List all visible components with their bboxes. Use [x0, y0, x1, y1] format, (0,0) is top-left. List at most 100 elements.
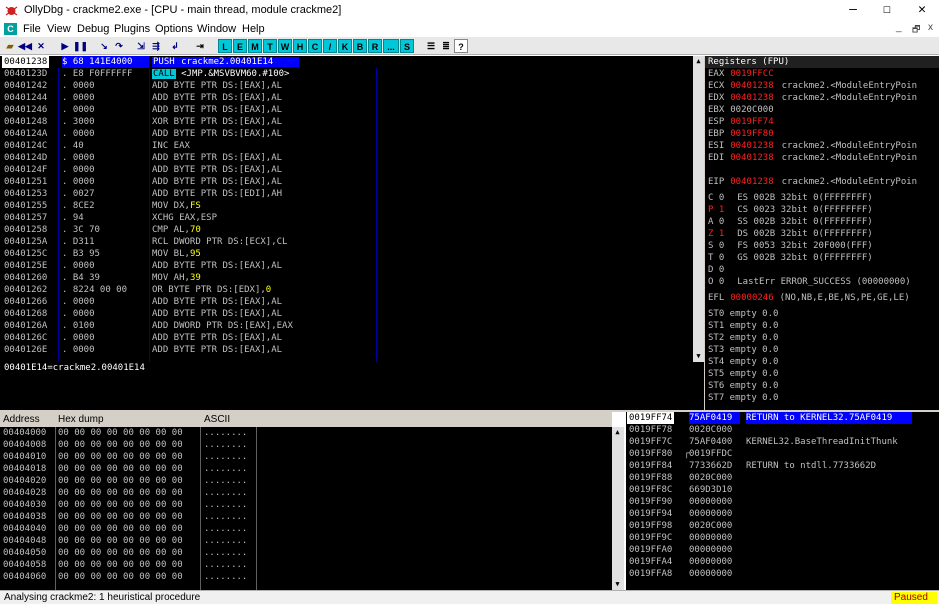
dump-row[interactable]: 00404060 00 00 00 00 00 00 00 00........ [0, 571, 612, 583]
dump-row[interactable]: 00404000 00 00 00 00 00 00 00 00........ [0, 427, 612, 439]
patches-button[interactable]: / [323, 39, 337, 53]
disasm-row[interactable]: 0040123D . E8 F0FFFFFF CALL <JMP.&MSVBVM60… [0, 68, 693, 80]
windows-button[interactable]: W [278, 39, 292, 53]
disasm-row[interactable]: 00401242 . 0000 ADD BYTE PTR DS:[EAX],AL [0, 80, 693, 92]
stack-row[interactable]: 0019FF8C 669D3D10 [626, 484, 939, 496]
disasm-row[interactable]: 00401262 . 8224 00 00 OR BYTE PTR DS:[EDX]… [0, 284, 693, 296]
cpu-button[interactable]: C [308, 39, 322, 53]
register-value[interactable]: 00401238 [730, 141, 773, 151]
dump-row[interactable]: 00404028 00 00 00 00 00 00 00 00........ [0, 487, 612, 499]
run-trace-button[interactable]: ... [383, 39, 399, 53]
register-ebx[interactable]: EBX 0020C000 [705, 104, 939, 116]
disasm-row[interactable]: 0040126E . 0000 ADD BYTE PTR DS:[EAX],AL [0, 344, 693, 356]
memory-map-button[interactable]: M [248, 39, 262, 53]
flag-value[interactable]: D 0 [708, 265, 724, 275]
register-esi[interactable]: ESI 00401238 crackme2.<ModuleEntryPoin [705, 140, 939, 152]
dump-row[interactable]: 00404048 00 00 00 00 00 00 00 00........ [0, 535, 612, 547]
flag-value[interactable]: T 0 [708, 253, 724, 263]
close-program-icon[interactable]: ✕ [34, 39, 48, 53]
stack-row[interactable]: 0019FF84 7733662D RETURN to ntdll.7733662D [626, 460, 939, 472]
register-value[interactable]: 0019FF74 [730, 117, 773, 127]
dump-row[interactable]: 00404020 00 00 00 00 00 00 00 00........ [0, 475, 612, 487]
disasm-row[interactable]: 0040125E . 0000 ADD BYTE PTR DS:[EAX],AL [0, 260, 693, 272]
stack-row[interactable]: 0019FF7C 75AF0400 KERNEL32.BaseThreadInitT… [626, 436, 939, 448]
register-value[interactable]: 00401238 [730, 177, 773, 187]
disasm-row[interactable]: 0040124D . 0000 ADD BYTE PTR DS:[EAX],AL [0, 152, 693, 164]
dump-row[interactable]: 00404018 00 00 00 00 00 00 00 00........ [0, 463, 612, 475]
register-eip[interactable]: EIP 00401238 crackme2.<ModuleEntryPoin [705, 176, 939, 188]
fpu-register[interactable]: ST3 empty 0.0 [705, 344, 939, 356]
trace-over-icon[interactable]: ⇶ [149, 39, 163, 53]
mdi-minimize-button[interactable]: _ [896, 22, 902, 33]
dump-row[interactable]: 00404038 00 00 00 00 00 00 00 00........ [0, 511, 612, 523]
menu-window[interactable]: Window [197, 23, 236, 35]
disasm-row[interactable]: 00401253 . 0027 ADD BYTE PTR DS:[EDI],AH [0, 188, 693, 200]
register-eax[interactable]: EAX 0019FFCC [705, 68, 939, 80]
threads-button[interactable]: T [263, 39, 277, 53]
stack-pane[interactable]: 0019FF74 75AF0419 RETURN to KERNEL32.75AF0… [626, 412, 939, 590]
stack-row[interactable]: 0019FF98 0020C000 [626, 520, 939, 532]
stack-row[interactable]: 0019FFA8 00000000 [626, 568, 939, 580]
stack-row[interactable]: 0019FFA4 00000000 [626, 556, 939, 568]
dump-row[interactable]: 00404040 00 00 00 00 00 00 00 00........ [0, 523, 612, 535]
menu-help[interactable]: Help [242, 23, 265, 35]
flag-value[interactable]: P 1 [708, 205, 724, 215]
dump-row[interactable]: 00404008 00 00 00 00 00 00 00 00........ [0, 439, 612, 451]
modules-button[interactable]: E [233, 39, 247, 53]
register-edx[interactable]: EDX 00401238 crackme2.<ModuleEntryPoin [705, 92, 939, 104]
help-icon[interactable]: ? [454, 39, 468, 53]
fpu-register[interactable]: ST4 empty 0.0 [705, 356, 939, 368]
register-value[interactable]: 0019FFCC [730, 69, 773, 79]
disasm-row[interactable]: 0040125C . B3 95 MOV BL,95 [0, 248, 693, 260]
flag-value[interactable]: S 0 [708, 241, 724, 251]
register-efl[interactable]: EFL 00000246 (NO,NB,E,BE,NS,PE,GE,LE) [705, 292, 939, 304]
disasm-row[interactable]: 00401246 . 0000 ADD BYTE PTR DS:[EAX],AL [0, 104, 693, 116]
dump-row[interactable]: 00404030 00 00 00 00 00 00 00 00........ [0, 499, 612, 511]
minimize-button[interactable]: — [836, 0, 870, 22]
flag-value[interactable]: Z 1 [708, 229, 724, 239]
disasm-row[interactable]: 00401258 . 3C 70 CMP AL,70 [0, 224, 693, 236]
scroll-down-icon[interactable]: ▼ [612, 579, 623, 590]
menu-view[interactable]: View [47, 23, 71, 35]
pause-icon[interactable]: ❚❚ [73, 39, 88, 53]
scroll-up-icon[interactable]: ▲ [693, 56, 704, 67]
dump-header-address[interactable]: Address [3, 412, 40, 427]
flag-row[interactable]: A 0 SS 002B 32bit 0(FFFFFFFF) [705, 216, 939, 228]
disasm-row[interactable]: 0040126C . 0000 ADD BYTE PTR DS:[EAX],AL [0, 332, 693, 344]
disasm-row[interactable]: 00401251 . 0000 ADD BYTE PTR DS:[EAX],AL [0, 176, 693, 188]
source-button[interactable]: S [400, 39, 414, 53]
close-button[interactable]: ✕ [905, 0, 939, 22]
step-into-icon[interactable]: ↘ [97, 39, 111, 53]
disasm-row[interactable]: 00401257 . 94 XCHG EAX,ESP [0, 212, 693, 224]
flag-value[interactable]: C 0 [708, 193, 724, 203]
menu-options[interactable]: Options [155, 23, 193, 35]
stack-row[interactable]: 0019FF74 75AF0419 RETURN to KERNEL32.75AF0… [626, 412, 939, 424]
restart-icon[interactable]: ◀◀ [18, 39, 32, 53]
maximize-button[interactable]: ☐ [870, 0, 904, 22]
register-esp[interactable]: ESP 0019FF74 [705, 116, 939, 128]
flag-row[interactable]: C 0 ES 002B 32bit 0(FFFFFFFF) [705, 192, 939, 204]
log-window-button[interactable]: L [218, 39, 232, 53]
disasm-row[interactable]: 00401244 . 0000 ADD BYTE PTR DS:[EAX],AL [0, 92, 693, 104]
flag-row[interactable]: S 0 FS 0053 32bit 20F000(FFF) [705, 240, 939, 252]
stack-row[interactable]: 0019FF80 0019FFDC ┌ [626, 448, 939, 460]
disasm-row[interactable]: 0040124C . 40 INC EAX [0, 140, 693, 152]
register-value[interactable]: 00401238 [730, 153, 773, 163]
register-ecx[interactable]: ECX 00401238 crackme2.<ModuleEntryPoin [705, 80, 939, 92]
register-value[interactable]: 00401238 [730, 81, 773, 91]
scroll-up-icon[interactable]: ▲ [612, 427, 623, 438]
register-edi[interactable]: EDI 00401238 crackme2.<ModuleEntryPoin [705, 152, 939, 164]
disasm-row[interactable]: 0040126A . 0100 ADD DWORD PTR DS:[EAX],EAX [0, 320, 693, 332]
disasm-row[interactable]: 00401248 . 3000 XOR BYTE PTR DS:[EAX],AL [0, 116, 693, 128]
register-ebp[interactable]: EBP 0019FF80 [705, 128, 939, 140]
fpu-register[interactable]: ST2 empty 0.0 [705, 332, 939, 344]
options-list-icon[interactable]: ≣ [439, 39, 453, 53]
fpu-register[interactable]: ST6 empty 0.0 [705, 380, 939, 392]
call-stack-button[interactable]: K [338, 39, 352, 53]
menu-debug[interactable]: Debug [77, 23, 109, 35]
disasm-row[interactable]: 0040124F . 0000 ADD BYTE PTR DS:[EAX],AL [0, 164, 693, 176]
stack-row[interactable]: 0019FF9C 00000000 [626, 532, 939, 544]
flag-row[interactable]: P 1 CS 0023 32bit 0(FFFFFFFF) [705, 204, 939, 216]
register-value[interactable]: 0019FF80 [730, 129, 773, 139]
dump-row[interactable]: 00404050 00 00 00 00 00 00 00 00........ [0, 547, 612, 559]
